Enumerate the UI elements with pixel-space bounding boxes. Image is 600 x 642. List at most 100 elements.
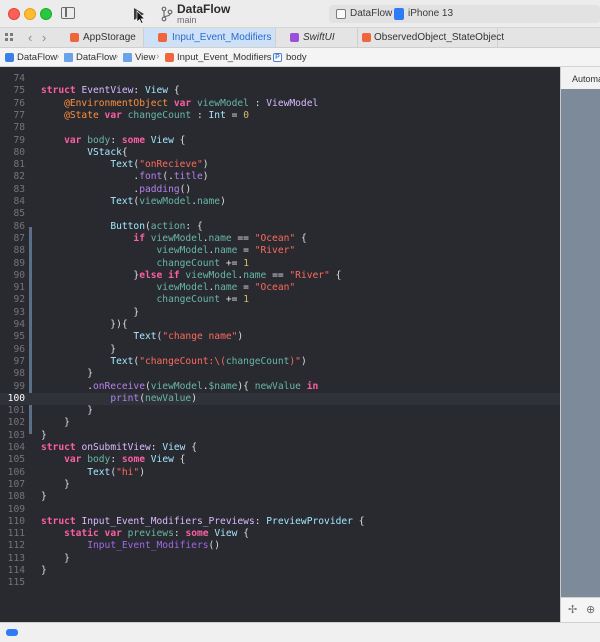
code-token: some	[121, 134, 151, 146]
device-settings-icon[interactable]: ⊕	[586, 603, 595, 616]
code-token: "change name"	[162, 331, 238, 343]
code-token: "River"	[254, 245, 296, 257]
code-line[interactable]: 87 if viewModel.name == "Ocean" {	[0, 233, 560, 245]
project-icon	[5, 53, 14, 62]
code-text: }	[41, 553, 70, 565]
code-line[interactable]: 97 Text("changeCount:\(changeCount)")	[0, 356, 560, 368]
code-line[interactable]: 78	[0, 122, 560, 134]
code-line[interactable]: 89 changeCount += 1	[0, 258, 560, 270]
code-line[interactable]: 105 var body: some View {	[0, 454, 560, 466]
close-window-button[interactable]	[8, 8, 20, 20]
code-line[interactable]: 106 Text("hi")	[0, 467, 560, 479]
code-line[interactable]: 98 }	[0, 368, 560, 380]
tab-observedobject-stateobject[interactable]: ObservedObject_StateObject	[358, 28, 504, 47]
run-button[interactable]	[128, 3, 154, 25]
line-number: 109	[7, 503, 25, 515]
code-line[interactable]: 92 changeCount += 1	[0, 294, 560, 306]
code-token: =	[225, 109, 244, 121]
navigator-toggle-icon[interactable]	[61, 7, 75, 19]
breadcrumb-project[interactable]: DataFlow	[17, 52, 57, 63]
forward-arrow-icon[interactable]: ›	[42, 30, 46, 45]
minimize-window-button[interactable]	[24, 8, 36, 20]
code-line[interactable]: 113 }	[0, 553, 560, 565]
code-token: }	[41, 368, 93, 380]
swift-file-icon	[165, 53, 174, 62]
code-line[interactable]: 81 Text("onRecieve")	[0, 159, 560, 171]
code-line[interactable]: 88 viewModel.name = "River"	[0, 245, 560, 257]
code-line[interactable]: 109	[0, 504, 560, 516]
line-number: 96	[13, 343, 25, 355]
line-number: 95	[13, 331, 25, 343]
code-line[interactable]: 84 Text(viewModel.name)	[0, 196, 560, 208]
code-token: View	[144, 85, 169, 97]
code-line[interactable]: 102 }	[0, 417, 560, 429]
code-line[interactable]: 85	[0, 208, 560, 220]
code-line[interactable]: 77 @State var changeCount : Int = 0	[0, 110, 560, 122]
code-line[interactable]: 82 .font(.title)	[0, 171, 560, 183]
code-token: View	[214, 528, 238, 540]
code-token: body	[87, 454, 111, 466]
line-number: 84	[13, 196, 25, 207]
branch-name: main	[177, 15, 197, 25]
code-line[interactable]: 108}	[0, 491, 560, 503]
code-line[interactable]: 74	[0, 73, 560, 85]
code-line[interactable]: 101 }	[0, 405, 560, 417]
code-line[interactable]: 114}	[0, 565, 560, 577]
source-editor[interactable]: 74 75 struct EventView: View {76 @Environm…	[0, 67, 560, 622]
code-line[interactable]: 103}	[0, 430, 560, 442]
code-line[interactable]: 99 .onReceive(viewModel.$name){ newValue…	[0, 381, 560, 393]
code-line[interactable]: 79 var body: some View {	[0, 135, 560, 147]
tab-swiftui[interactable]: SwiftUI	[276, 28, 358, 47]
canvas-mode-label[interactable]: Automa	[572, 74, 600, 84]
code-line[interactable]: 94 }){	[0, 319, 560, 331]
breadcrumb-folder[interactable]: View	[135, 52, 155, 63]
code-line[interactable]: 93 }	[0, 307, 560, 319]
breadcrumb-group[interactable]: DataFlow	[76, 52, 116, 63]
code-line[interactable]: 91 viewModel.name = "Ocean"	[0, 282, 560, 294]
code-line[interactable]: 107 }	[0, 479, 560, 491]
code-line[interactable]: 83 .padding()	[0, 184, 560, 196]
code-line[interactable]: 96 }	[0, 344, 560, 356]
code-token: Text	[87, 466, 111, 478]
code-token: in	[306, 380, 319, 392]
code-line[interactable]: 104 struct onSubmitView: View {	[0, 442, 560, 454]
zoom-window-button[interactable]	[40, 8, 52, 20]
breadcrumb-file[interactable]: Input_Event_Modifiers	[177, 52, 272, 63]
code-line[interactable]: 75 struct EventView: View {	[0, 85, 560, 97]
code-token: .	[41, 183, 140, 195]
code-token: )	[237, 331, 244, 343]
debug-area-toggle-icon[interactable]	[6, 629, 18, 636]
pin-icon[interactable]: ✢	[568, 603, 577, 616]
code-token: changeCount	[156, 257, 221, 269]
code-line[interactable]: 86 Button(action: {	[0, 221, 560, 233]
related-items-icon[interactable]	[5, 33, 14, 42]
scheme-title[interactable]: DataFlow	[177, 2, 230, 16]
code-line[interactable]: 111 static var previews: some View {	[0, 528, 560, 540]
code-line[interactable]: 112 Input_Event_Modifiers()	[0, 540, 560, 552]
back-arrow-icon[interactable]: ‹	[28, 30, 32, 45]
code-line[interactable]: 100 print(newValue)	[0, 392, 560, 406]
breadcrumb-symbol[interactable]: body	[286, 52, 307, 63]
code-line[interactable]: 80 VStack{	[0, 147, 560, 159]
code-line[interactable]: 115	[0, 577, 560, 589]
code-token: print	[110, 392, 140, 404]
line-number: 77	[13, 109, 25, 121]
tab-appstorage[interactable]: AppStorage	[58, 28, 144, 47]
tab-input-event-modifiers[interactable]: Input_Event_Modifiers	[144, 28, 276, 47]
line-number: 83	[13, 183, 25, 195]
code-line[interactable]: 95 Text("change name")	[0, 331, 560, 343]
code-line[interactable]: 90 }else if viewModel.name == "River" {	[0, 270, 560, 282]
code-line[interactable]: 76 @EnvironmentObject var viewModel : Vi…	[0, 98, 560, 110]
code-text: viewModel.name = "Ocean"	[41, 282, 296, 294]
preview-area[interactable]	[561, 89, 600, 597]
run-destination-selector[interactable]: DataFlow › iPhone 13	[329, 5, 600, 23]
line-number: 75	[13, 85, 25, 97]
code-line[interactable]: 110 struct Input_Event_Modifiers_Previews…	[0, 516, 560, 528]
code-token: body	[87, 134, 111, 146]
line-number: 87	[13, 232, 25, 244]
code-token: :	[191, 109, 209, 121]
